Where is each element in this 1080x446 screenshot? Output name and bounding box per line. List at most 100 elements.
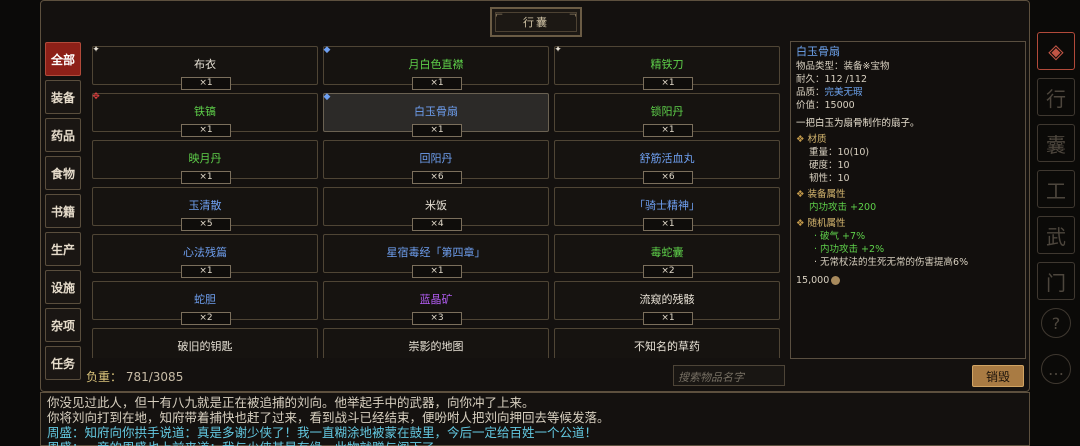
item-slot[interactable]: 不知名的草药 (554, 328, 780, 358)
help-icon[interactable]: ? (1041, 308, 1071, 338)
tab-category[interactable]: 书籍 (45, 194, 81, 228)
item-slot[interactable]: 回阳丹 ×6 (323, 140, 549, 184)
item-slot[interactable]: 流窥的残骸 ×1 (554, 281, 780, 325)
item-quantity: ×1 (643, 124, 693, 137)
detail-item-name: 白玉骨扇 (796, 45, 840, 58)
item-slot[interactable]: ✥ 铁镐 ×1 (92, 92, 318, 137)
item-slot[interactable]: 心法残篇 ×1 (92, 234, 318, 278)
item-name: 精铁刀 (650, 58, 684, 71)
grade-badge-icon: ◆ (323, 92, 331, 102)
grade-badge-icon: ✦ (92, 46, 100, 55)
item-name: 玉清散 (188, 199, 222, 212)
left-margin (0, 0, 40, 446)
diamond-arrow-icon[interactable]: ◈ (1037, 32, 1075, 70)
weight-label: 负重： (86, 370, 123, 384)
item-quantity: ×3 (412, 312, 462, 325)
item-quantity: ×1 (412, 77, 462, 90)
diamond-bullet-icon: ❖ (796, 134, 805, 145)
detail-grade: 品质：完美无瑕 (796, 87, 863, 98)
item-slot[interactable]: ✦ 布衣 ×1 (92, 46, 318, 90)
item-name: 流窥的残骸 (639, 293, 695, 306)
grade-badge-icon: ✥ (92, 92, 100, 102)
detail-type: 物品类型：装备※宝物 (796, 61, 890, 72)
item-slot[interactable]: ◆ 白玉骨扇 ×1 (323, 92, 549, 137)
item-name: 崇影的地图 (408, 340, 464, 353)
more-icon[interactable]: … (1041, 354, 1071, 384)
item-grid: ✦ 布衣 ×1 ◆ 月白色直襟 ×1 ✦ 精铁刀 ×1 ✥ 铁镐 ×1 ◆ 白玉骨扇 ×1 锁阳丹 ×1 映月丹 ×… (92, 46, 784, 358)
item-slot[interactable]: 「骑士精神」 ×1 (554, 187, 780, 231)
item-name: 「骑士精神」 (634, 199, 700, 212)
diamond-bullet-icon: ❖ (796, 189, 805, 200)
item-slot[interactable]: 蓝晶矿 ×3 (323, 281, 549, 325)
xingnang-icon[interactable]: 囊 (1037, 124, 1075, 162)
random-stat: · 内功攻击 +2% (814, 244, 885, 255)
random-header: ❖ 随机属性 (796, 218, 846, 229)
weight-value: 781/3085 (125, 370, 184, 384)
log-line: 周盛：知府向你拱手说道：真是多谢少侠了！我一直糊涂地被蒙在鼓里，今后一定给百姓一… (47, 425, 598, 440)
item-slot[interactable]: 蛇胆 ×2 (92, 281, 318, 325)
item-slot[interactable]: 崇影的地图 (323, 328, 549, 358)
item-quantity: ×1 (412, 265, 462, 278)
category-tabs: 全部装备药品食物书籍生产设施杂项任务 (45, 42, 83, 384)
item-name: 回阳丹 (419, 152, 453, 165)
item-name: 毒蛇囊 (650, 246, 684, 259)
coin-icon (831, 276, 841, 285)
detail-price: 价值：15000 (796, 100, 855, 111)
item-quantity: ×1 (643, 218, 693, 231)
item-name: 白玉骨扇 (414, 105, 458, 118)
gongzuo-icon[interactable]: 工 (1037, 170, 1075, 208)
equip-header: ❖ 装备属性 (796, 189, 846, 200)
log-line: 周盛：一旁的周盛也上前来道：我与少侠甚是有缘，此物就赠与阁下了 (47, 440, 1023, 446)
item-slot[interactable]: ✦ 精铁刀 ×1 (554, 46, 780, 90)
item-slot[interactable]: 星宿毒经「第四章」 ×1 (323, 234, 549, 278)
item-name: 破旧的钥匙 (177, 340, 233, 353)
item-quantity: ×1 (181, 265, 231, 278)
item-quantity: ×1 (181, 171, 231, 184)
detail-description: 一把白玉为扇骨制作的扇子。 (796, 118, 920, 129)
item-slot[interactable]: 锁阳丹 ×1 (554, 93, 780, 137)
tab-category[interactable]: 药品 (45, 118, 81, 152)
material-header: ❖ 材质 (796, 134, 827, 145)
grade-badge-icon: ◆ (323, 46, 331, 55)
item-quantity: ×6 (412, 171, 462, 184)
weight-readout: 负重： 781/3085 (86, 368, 183, 385)
item-slot[interactable]: 映月丹 ×1 (92, 140, 318, 184)
grade-badge-icon: ✦ (554, 46, 562, 55)
tab-category[interactable]: 杂项 (45, 308, 81, 342)
item-quantity: ×4 (412, 218, 462, 231)
material-stat: 韧性：10 (809, 173, 850, 184)
item-slot[interactable]: ◆ 月白色直襟 ×1 (323, 46, 549, 90)
tab-category[interactable]: 设施 (45, 270, 81, 304)
item-slot[interactable]: 毒蛇囊 ×2 (554, 234, 780, 278)
item-slot[interactable]: 舒筋活血丸 ×6 (554, 140, 780, 184)
wuxue-icon[interactable]: 武 (1037, 216, 1075, 254)
destroy-button[interactable]: 销毁 (972, 365, 1024, 387)
log-line: 你将刘向打到在地，知府带着捕快也赶了过来，看到战斗已经结束，便吩咐人把刘向押回去… (47, 410, 610, 425)
material-stat: 硬度：10 (809, 160, 850, 171)
item-slot[interactable]: 米饭 ×4 (323, 187, 549, 231)
item-quantity: ×1 (643, 77, 693, 90)
diamond-bullet-icon: ❖ (796, 218, 805, 229)
item-quantity: ×6 (643, 171, 693, 184)
item-name: 蓝晶矿 (419, 293, 453, 306)
message-log: 你没见过此人，但十有八九就是正在被追捕的刘向。他举起手中的武器，向你冲了上来。你… (40, 392, 1030, 446)
item-name: 映月丹 (188, 152, 222, 165)
detail-durability: 耐久：112 /112 (796, 74, 867, 85)
tab-category[interactable]: 全部 (45, 42, 81, 76)
tab-category[interactable]: 生产 (45, 232, 81, 266)
search-input[interactable]: 搜索物品名字 (673, 365, 785, 386)
tab-category[interactable]: 食物 (45, 156, 81, 190)
item-name: 月白色直襟 (408, 58, 464, 71)
tab-category[interactable]: 任务 (45, 346, 81, 380)
sell-price: 15,000 (796, 274, 1020, 287)
menpai-icon[interactable]: 门 (1037, 262, 1075, 300)
item-slot[interactable]: 破旧的钥匙 (92, 328, 318, 358)
corner-ornament-icon: ¬ (568, 10, 577, 21)
item-name: 布衣 (194, 58, 216, 71)
xingdong-icon[interactable]: 行 (1037, 78, 1075, 116)
corner-ornament-icon: ⌐ (495, 10, 504, 21)
item-quantity: ×1 (643, 312, 693, 325)
item-quantity: ×2 (181, 312, 231, 325)
tab-category[interactable]: 装备 (45, 80, 81, 114)
item-slot[interactable]: 玉清散 ×5 (92, 187, 318, 231)
